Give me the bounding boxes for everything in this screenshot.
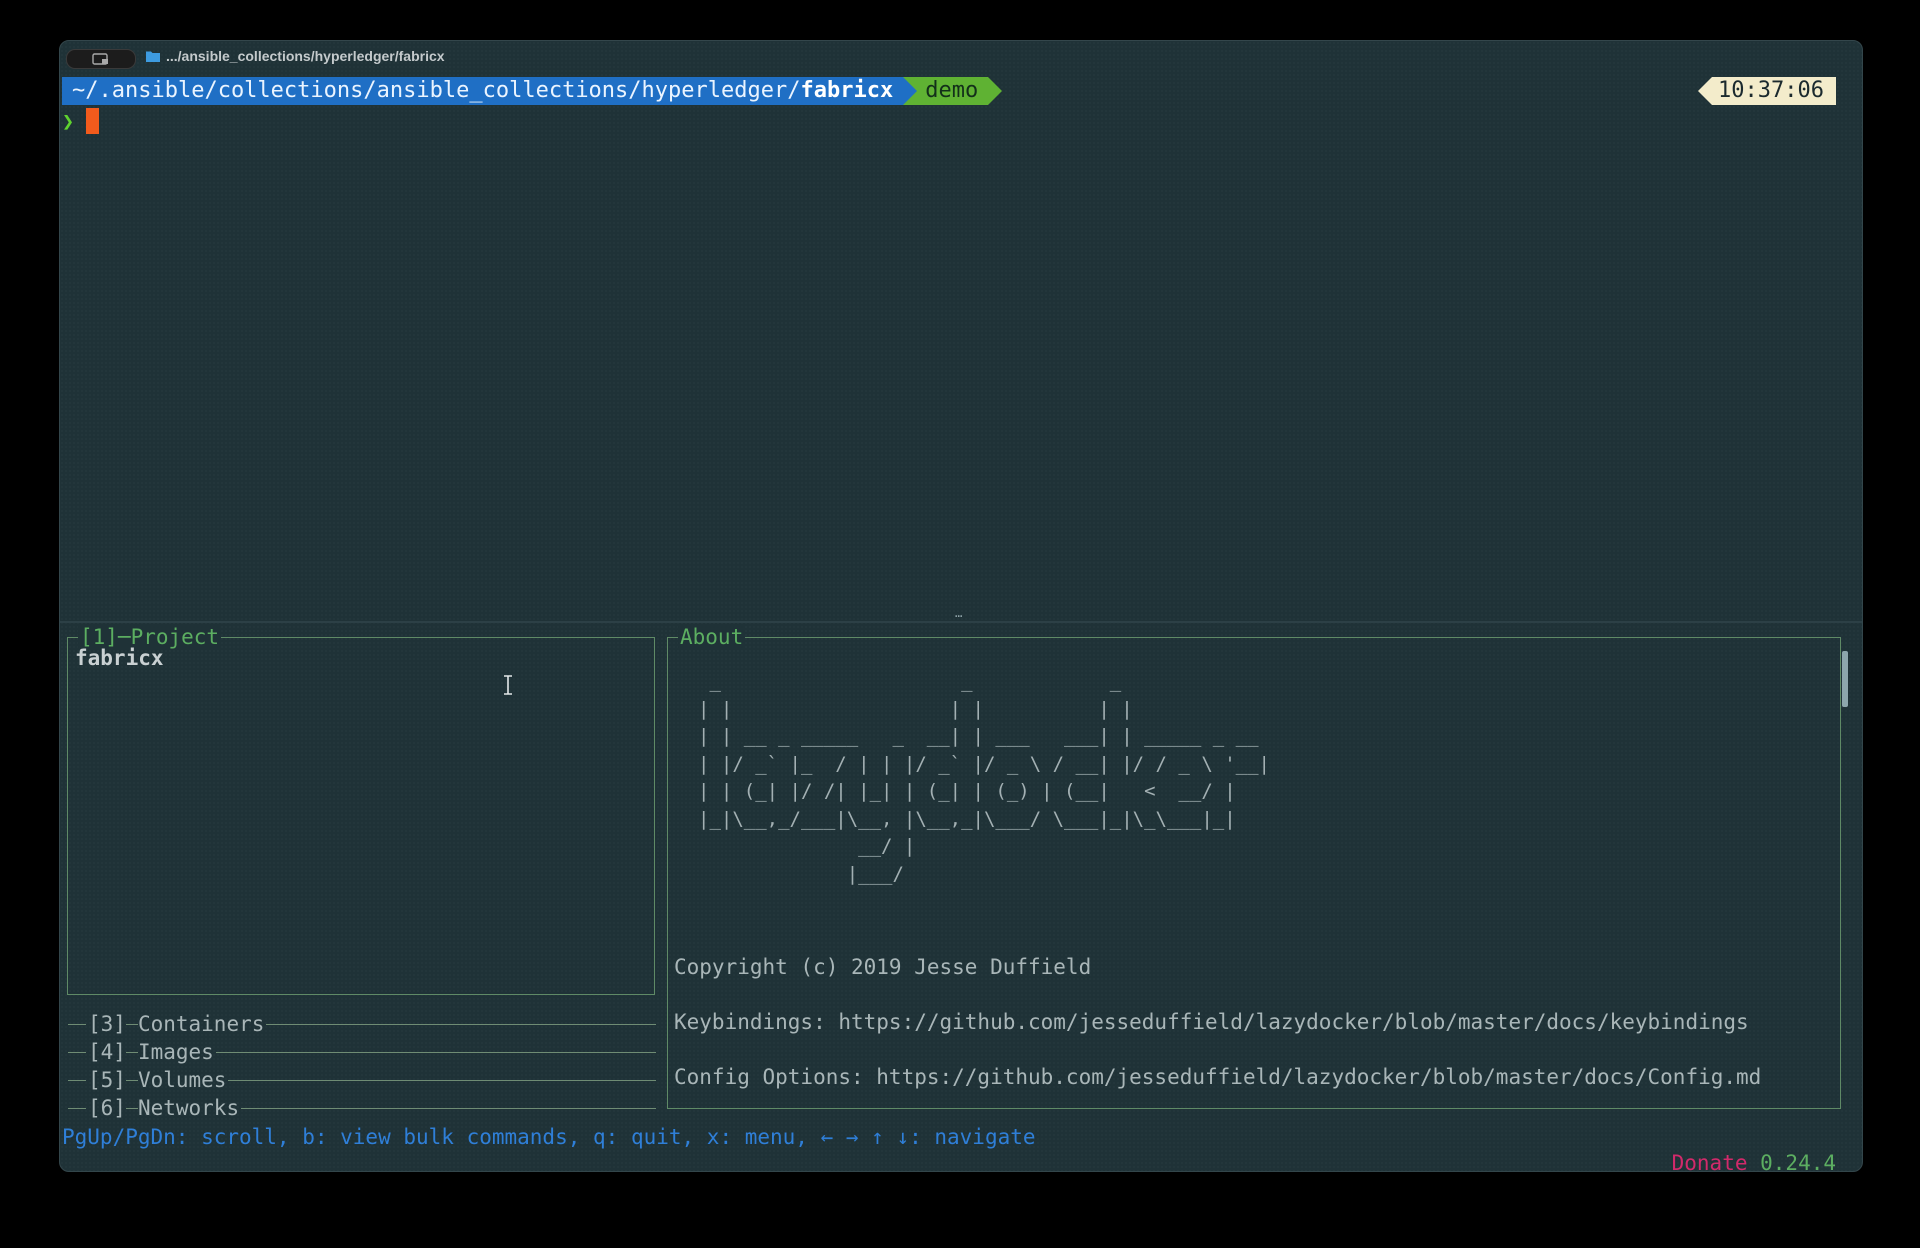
panel-number: [6]: [88, 1096, 126, 1120]
donate-link[interactable]: Donate: [1672, 1151, 1748, 1171]
clock-time: 10:37:06: [1712, 77, 1836, 105]
prompt-clock: 10:37:06: [1698, 77, 1836, 105]
panel-volumes[interactable]: [5] Volumes: [68, 1067, 656, 1093]
prompt-path-segment: ~/.ansible/collections/ansible_collectio…: [62, 77, 904, 105]
status-right: Donate 0.24.4: [1621, 1124, 1836, 1172]
panel-number: [5]: [88, 1068, 126, 1092]
config-options-link[interactable]: Config Options: https://github.com/jesse…: [674, 1064, 1761, 1090]
panel-rule: [68, 1107, 86, 1109]
keybinding-help: PgUp/PgDn: scroll, b: view bulk commands…: [62, 1125, 1036, 1149]
project-name[interactable]: fabricx: [75, 646, 164, 670]
about-panel-title: About: [678, 624, 746, 650]
shell-prompt: ~/.ansible/collections/ansible_collectio…: [62, 77, 1003, 105]
panel-label: Containers: [137, 1012, 265, 1036]
panel-rule: [228, 1079, 656, 1081]
panel-number: [3]: [88, 1012, 126, 1036]
command-line[interactable]: ❯: [62, 107, 100, 135]
panel-rule: [125, 1107, 138, 1109]
folder-icon: [146, 51, 160, 62]
prompt-git-branch: demo: [917, 77, 989, 105]
panel-rule: [125, 1023, 138, 1025]
panel-label: Images: [137, 1040, 214, 1064]
panel-rule: [215, 1051, 656, 1053]
terminal-icon: [92, 53, 108, 65]
lazydocker-ascii-logo: _ _ _ | | | | | | | | __ _ _____ _ __| |…: [698, 670, 1270, 885]
version-label: 0.24.4: [1760, 1151, 1836, 1172]
prompt-symbol: ❯: [62, 109, 75, 133]
panel-rule: [68, 1023, 86, 1025]
panel-rule: [125, 1051, 138, 1053]
prompt-separator-arrow: [903, 77, 918, 105]
panel-rule: [68, 1051, 86, 1053]
prompt-end-arrow: [988, 77, 1003, 105]
tab-current[interactable]: .../ansible_collections/hyperledger/fabr…: [146, 48, 445, 64]
terminal-tab-button[interactable]: [66, 49, 136, 69]
about-scrollbar[interactable]: [1842, 651, 1848, 707]
ibeam-cursor-icon: [504, 675, 512, 695]
about-panel[interactable]: About _ _ _ | | | | | | | | __ _ _____ _…: [667, 624, 1841, 1109]
panel-label: Networks: [137, 1096, 240, 1120]
prompt-path-current: fabricx: [800, 78, 894, 103]
clock-arrow: [1698, 77, 1713, 105]
panel-containers[interactable]: [3] Containers: [68, 1011, 656, 1037]
tab-title: .../ansible_collections/hyperledger/fabr…: [166, 48, 445, 64]
text-cursor: [86, 108, 100, 134]
panel-rule: [241, 1107, 656, 1109]
terminal-window: .../ansible_collections/hyperledger/fabr…: [59, 40, 1863, 1172]
project-panel[interactable]: [1]─Project fabricx: [67, 624, 655, 995]
panel-label: Volumes: [137, 1068, 227, 1092]
title-bar: .../ansible_collections/hyperledger/fabr…: [60, 41, 1862, 73]
panel-rule: [266, 1023, 656, 1025]
panel-number: [4]: [88, 1040, 126, 1064]
pane-divider-grip-icon[interactable]: ⋯: [955, 609, 962, 623]
panel-rule: [125, 1079, 138, 1081]
keybindings-link[interactable]: Keybindings: https://github.com/jesseduf…: [674, 1009, 1749, 1035]
panel-images[interactable]: [4] Images: [68, 1039, 656, 1065]
copyright-text: Copyright (c) 2019 Jesse Duffield: [674, 955, 1092, 979]
panel-rule: [68, 1079, 86, 1081]
prompt-path-prefix: ~/.ansible/collections/ansible_collectio…: [72, 78, 801, 103]
panel-networks[interactable]: [6] Networks: [68, 1095, 656, 1121]
